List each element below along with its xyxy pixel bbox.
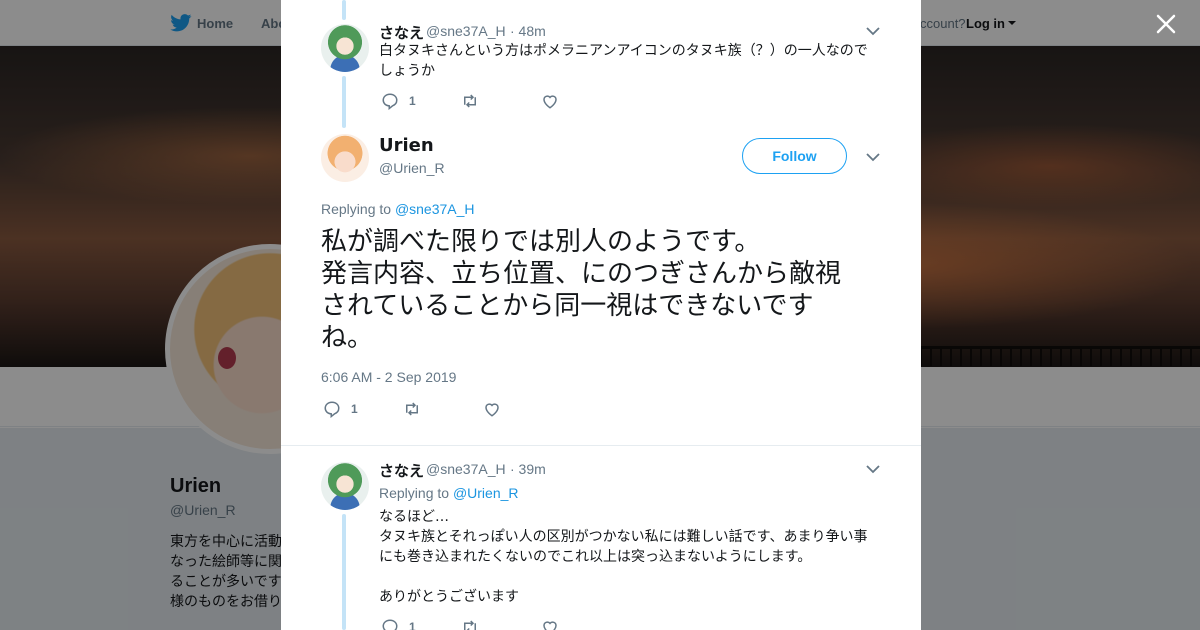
replying-prefix: Replying to [321, 201, 392, 217]
replying-to-link[interactable]: @Urien_R [453, 485, 519, 501]
thread-line-first-tweet [342, 76, 346, 128]
retweet-button[interactable] [403, 400, 421, 418]
close-icon[interactable] [1150, 8, 1182, 40]
reply-count: 1 [409, 94, 416, 108]
reply-count: 1 [351, 402, 358, 416]
replying-to: Replying to @Urien_R [379, 485, 519, 501]
reply-button[interactable]: 1 [323, 400, 358, 418]
avatar[interactable] [321, 24, 369, 72]
tweet-author-name[interactable]: さなえ [379, 460, 424, 481]
thread-line-reply [342, 514, 346, 630]
tweet-author-handle[interactable]: @sne37A_H [426, 23, 506, 39]
tweet-author-name[interactable]: Urien [379, 135, 434, 156]
tweet-author-handle[interactable]: @Urien_R [379, 160, 445, 176]
like-button[interactable] [541, 618, 559, 630]
like-icon [485, 403, 499, 417]
like-button[interactable] [541, 92, 559, 110]
retweet-icon [406, 402, 418, 416]
like-icon [543, 621, 557, 630]
divider [281, 445, 921, 446]
avatar[interactable] [321, 462, 369, 510]
follow-button[interactable]: Follow [742, 138, 847, 174]
reply-button[interactable]: 1 [381, 618, 416, 630]
replying-to-link[interactable]: @sne37A_H [395, 201, 475, 217]
chevron-down-icon[interactable] [866, 464, 880, 474]
like-button[interactable] [483, 400, 501, 418]
tweet-time[interactable]: · 39m [510, 461, 546, 477]
replying-prefix: Replying to [379, 485, 450, 501]
reply-button[interactable]: 1 [381, 92, 416, 110]
chevron-down-icon[interactable] [866, 26, 880, 36]
tweet-modal: さなえ @sne37A_H · 48m 白タヌキさんという方はポメラニアンアイコ… [281, 0, 921, 630]
chevron-down-icon[interactable] [866, 152, 880, 162]
replying-to: Replying to @sne37A_H [321, 201, 475, 217]
reply-icon [324, 401, 340, 418]
retweet-button[interactable] [461, 618, 479, 630]
tweet-author-name[interactable]: さなえ [379, 22, 424, 43]
retweet-icon [464, 620, 476, 630]
tweet-author-handle[interactable]: @sne37A_H [426, 461, 506, 477]
tweet-timestamp[interactable]: 6:06 AM - 2 Sep 2019 [321, 369, 456, 385]
reply-count: 1 [409, 620, 416, 630]
reply-icon [382, 93, 398, 110]
reply-icon [382, 619, 398, 630]
thread-line-top [342, 0, 346, 20]
tweet-time[interactable]: · 48m [510, 23, 546, 39]
tweet-text: 白タヌキさんという方はポメラニアンアイコンのタヌキ族（？）の一人なので しょうか [379, 43, 868, 79]
tweet-text: 私が調べた限りでは別人のようです。 発言内容、立ち位置、にのつぎさんから敵視 さ… [321, 227, 842, 353]
retweet-icon [464, 94, 476, 108]
tweet-text: なるほど… タヌキ族とそれっぽい人の区別がつかない私には難しい話です、あまり争い… [379, 509, 868, 605]
like-icon [543, 95, 557, 109]
avatar[interactable] [321, 134, 369, 182]
retweet-button[interactable] [461, 92, 479, 110]
